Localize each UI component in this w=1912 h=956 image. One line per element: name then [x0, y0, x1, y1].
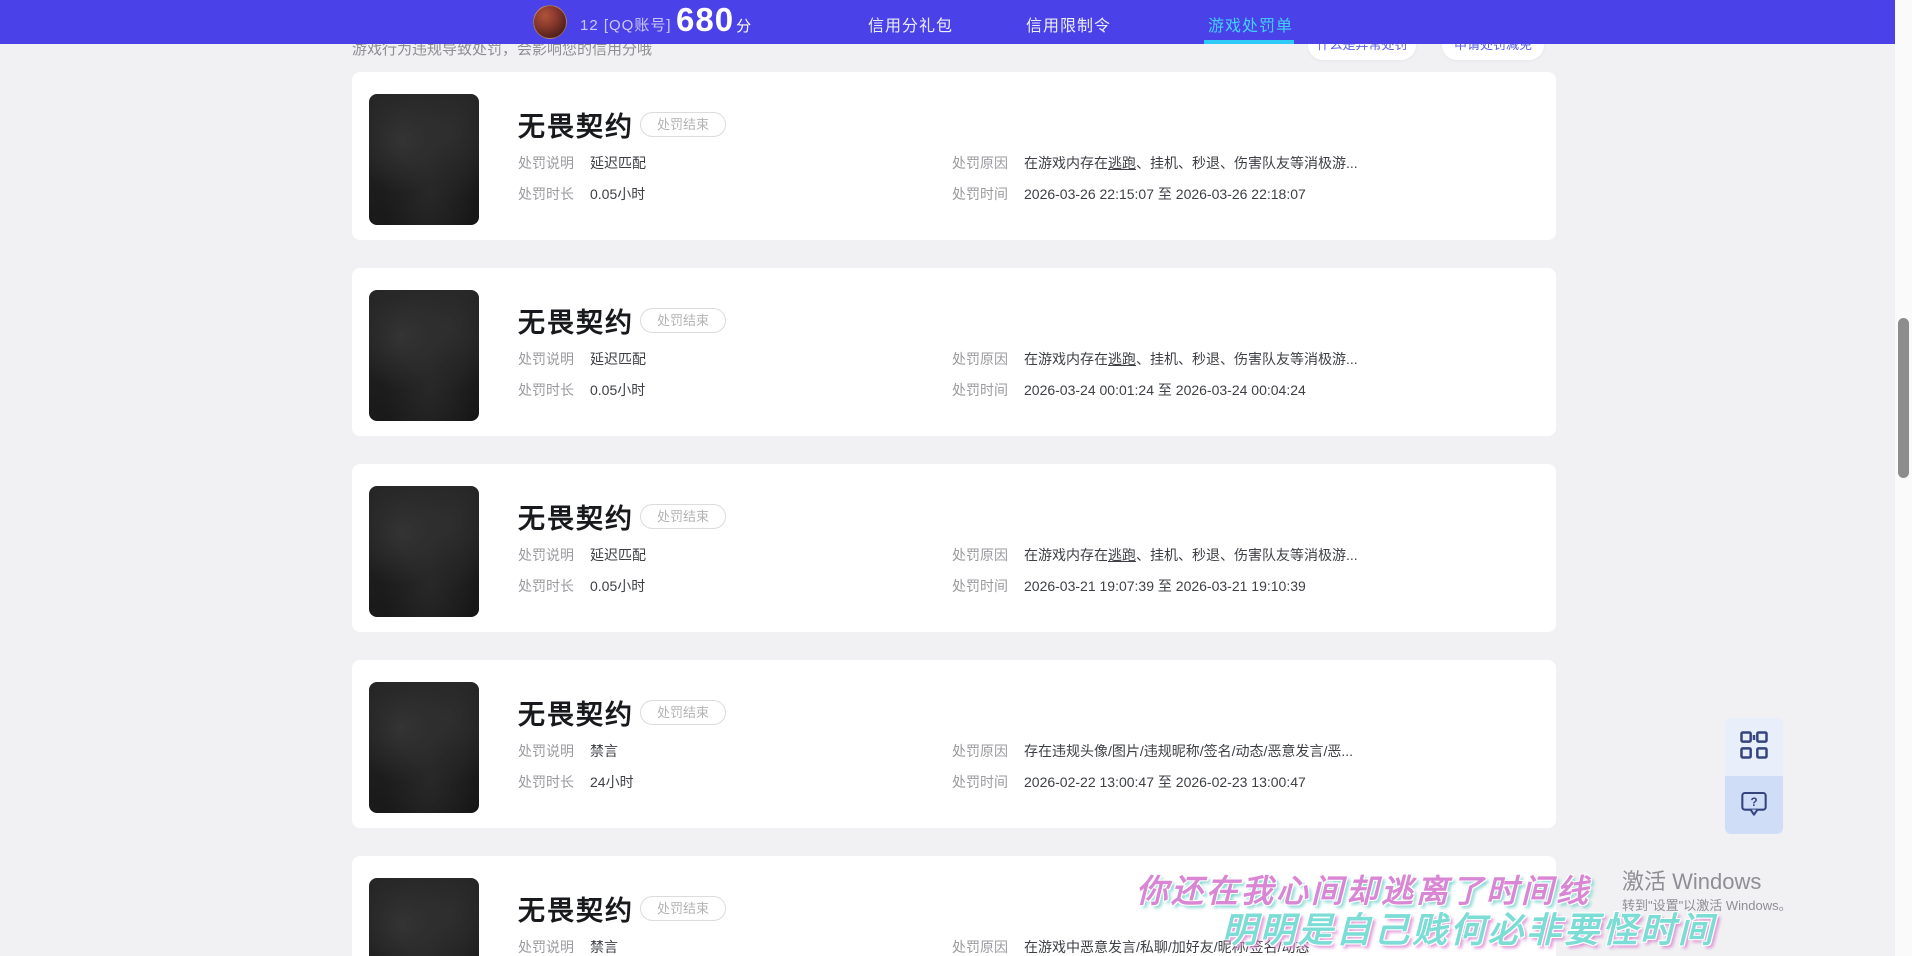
reason-text: 在游戏内存在	[1024, 351, 1108, 367]
status-badge: 处罚结束	[640, 112, 727, 137]
desc-value: 延迟匹配	[590, 351, 646, 367]
qr-code-icon	[1739, 730, 1769, 765]
duration-label: 处罚时长	[518, 382, 574, 398]
reason-label: 处罚原因	[952, 155, 1008, 171]
status-badge: 处罚结束	[640, 700, 727, 725]
desc-label: 处罚说明	[518, 155, 574, 171]
punishment-card: 无畏契约 处罚结束 处罚说明 延迟匹配 处罚时长 0.05小时 处罚原因 在游戏内存在…	[352, 464, 1556, 632]
time-value: 2026-03-21 19:07:39 至 2026-03-21 19:10:3…	[1024, 578, 1306, 594]
windows-activation-watermark: 激活 Windows	[1622, 869, 1762, 894]
account-label: 12 [QQ账号]	[580, 17, 672, 34]
scrollbar-track[interactable]	[1895, 0, 1912, 956]
duration-value: 24小时	[590, 774, 634, 790]
desc-value: 延迟匹配	[590, 547, 646, 563]
status-badge: 处罚结束	[640, 504, 727, 529]
game-title: 无畏契约	[518, 112, 634, 142]
reason-link[interactable]: 逃跑	[1108, 351, 1136, 367]
reason-text-suffix: 、挂机、秒退、伤害队友等消极游...	[1136, 351, 1358, 367]
scrollbar-thumb[interactable]	[1898, 318, 1909, 478]
reason-text-suffix: 、挂机、秒退、伤害队友等消极游...	[1136, 547, 1358, 563]
desc-label: 处罚说明	[518, 351, 574, 367]
game-title: 无畏契约	[518, 308, 634, 338]
duration-value: 0.05小时	[590, 186, 646, 202]
credit-score-unit: 分	[736, 18, 752, 35]
reason-text-suffix: 、挂机、秒退、伤害队友等消极游...	[1136, 155, 1358, 171]
qr-code-button[interactable]	[1725, 718, 1783, 776]
time-label: 处罚时间	[952, 186, 1008, 202]
game-title: 无畏契约	[518, 700, 634, 730]
game-thumbnail	[369, 878, 479, 956]
credit-score: 680 分	[676, 1, 751, 39]
status-badge: 处罚结束	[640, 308, 727, 333]
lyric-overlay-line2: 明明是自己贱何必非要怪时间	[1222, 911, 1717, 951]
reason-label: 处罚原因	[952, 939, 1008, 955]
time-label: 处罚时间	[952, 774, 1008, 790]
punishment-card: 无畏契约 处罚结束 处罚说明 禁言 处罚时长 24小时 处罚原因 存在违规头像/图片/…	[352, 660, 1556, 828]
desc-value: 禁言	[590, 939, 618, 955]
game-title: 无畏契约	[518, 896, 634, 926]
desc-label: 处罚说明	[518, 939, 574, 955]
reason-text: 在游戏内存在	[1024, 547, 1108, 563]
game-thumbnail	[369, 682, 479, 813]
game-thumbnail	[369, 486, 479, 617]
reason-link[interactable]: 逃跑	[1108, 155, 1136, 171]
desc-label: 处罚说明	[518, 743, 574, 759]
active-tab-underline	[1204, 40, 1294, 44]
help-bubble-icon: ?	[1739, 788, 1769, 823]
reason-label: 处罚原因	[952, 743, 1008, 759]
reason-label: 处罚原因	[952, 351, 1008, 367]
time-value: 2026-03-26 22:15:07 至 2026-03-26 22:18:0…	[1024, 186, 1306, 202]
credit-punishment-page: 游戏行为违规导致处罚，会影响您的信用分哦 什么是异常处罚 申请处罚减免 12 […	[0, 0, 1912, 956]
avatar[interactable]	[533, 5, 567, 39]
reason-label: 处罚原因	[952, 547, 1008, 563]
game-thumbnail	[369, 94, 479, 225]
game-title: 无畏契约	[518, 504, 634, 534]
help-feedback-button[interactable]: ?	[1725, 776, 1783, 834]
reason-link[interactable]: 逃跑	[1108, 547, 1136, 563]
game-thumbnail	[369, 290, 479, 421]
duration-label: 处罚时长	[518, 578, 574, 594]
punishment-card: 无畏契约 处罚结束 处罚说明 延迟匹配 处罚时长 0.05小时 处罚原因 在游戏内存在…	[352, 268, 1556, 436]
duration-value: 0.05小时	[590, 382, 646, 398]
time-value: 2026-02-22 13:00:47 至 2026-02-23 13:00:4…	[1024, 774, 1306, 790]
punishment-card: 无畏契约 处罚结束 处罚说明 延迟匹配 处罚时长 0.05小时 处罚原因 在游戏内存在…	[352, 72, 1556, 240]
duration-label: 处罚时长	[518, 186, 574, 202]
time-label: 处罚时间	[952, 578, 1008, 594]
time-value: 2026-03-24 00:01:24 至 2026-03-24 00:04:2…	[1024, 382, 1306, 398]
time-label: 处罚时间	[952, 382, 1008, 398]
reason-text: 在游戏内存在	[1024, 155, 1108, 171]
tab-game-punishment-active[interactable]: 游戏处罚单	[1208, 12, 1293, 36]
floating-action-buttons: ?	[1725, 718, 1783, 834]
duration-value: 0.05小时	[590, 578, 646, 594]
desc-value: 延迟匹配	[590, 155, 646, 171]
status-badge: 处罚结束	[640, 896, 727, 921]
duration-label: 处罚时长	[518, 774, 574, 790]
svg-text:?: ?	[1750, 795, 1757, 808]
top-header-bar: 12 [QQ账号] 680 分 信用分礼包 信用限制令 游戏处罚单	[0, 0, 1895, 44]
credit-score-value: 680	[676, 1, 735, 38]
reason-text: 存在违规头像/图片/违规昵称/签名/动态/恶意发言/恶...	[1024, 743, 1354, 759]
tab-credit-gift[interactable]: 信用分礼包	[868, 12, 953, 36]
tab-credit-restriction[interactable]: 信用限制令	[1026, 12, 1111, 36]
desc-label: 处罚说明	[518, 547, 574, 563]
desc-value: 禁言	[590, 743, 618, 759]
